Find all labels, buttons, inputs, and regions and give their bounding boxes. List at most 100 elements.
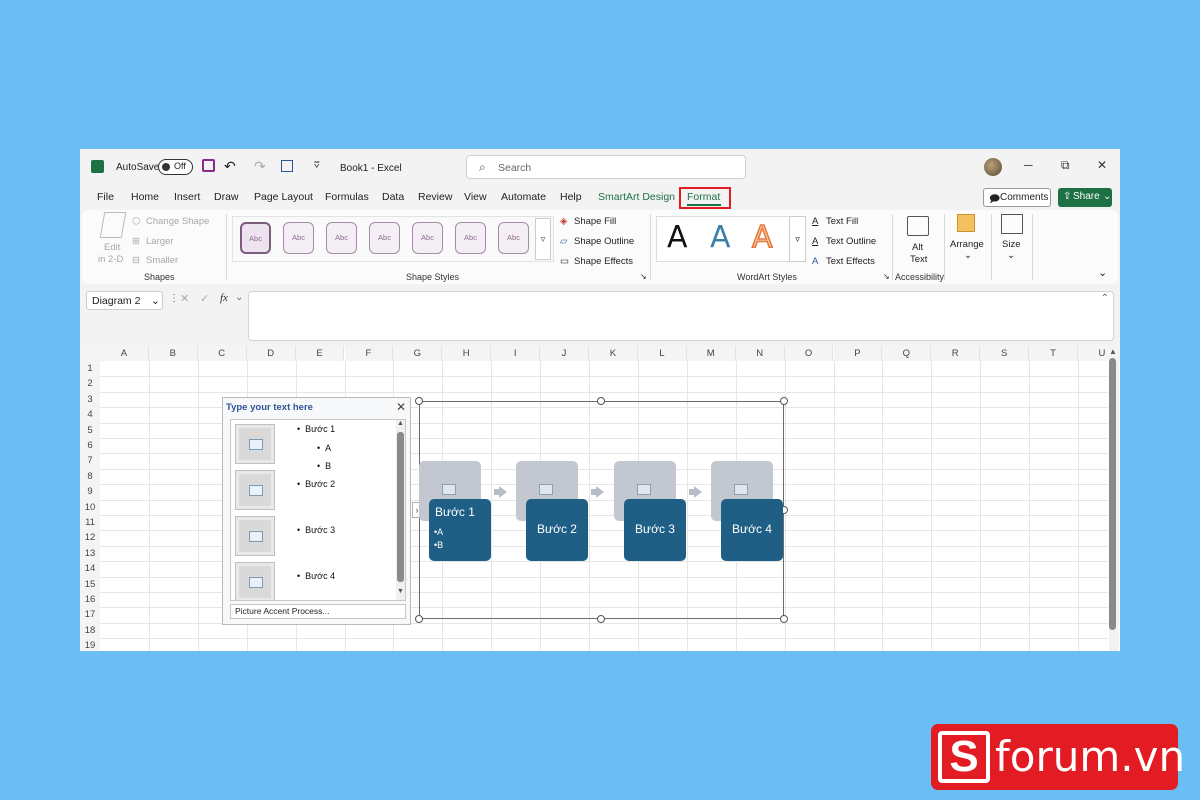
tab-file[interactable]: File	[97, 191, 114, 203]
tab-draw[interactable]: Draw	[214, 191, 239, 203]
shape-style-6[interactable]: Abc	[455, 222, 486, 254]
customize-qat-icon[interactable]: ⩢	[314, 160, 319, 171]
row-header[interactable]: 9	[80, 484, 100, 500]
tab-view[interactable]: View	[464, 191, 487, 203]
resize-handle[interactable]	[415, 397, 423, 405]
scroll-up-icon[interactable]: ▲	[397, 420, 404, 427]
shape-style-4[interactable]: Abc	[369, 222, 400, 254]
scrollbar-thumb[interactable]	[397, 432, 404, 582]
shape-style-7[interactable]: Abc	[498, 222, 529, 254]
picture-placeholder[interactable]	[235, 562, 275, 600]
layout-name[interactable]: Picture Accent Process...	[230, 604, 406, 619]
row-header[interactable]: 14	[80, 561, 100, 577]
worksheet-grid[interactable]: ABCDEFGHIJKLMNOPQRSTU 1 2 3 4 5 6 7 8 9 10 11 12 13 1…	[80, 346, 1120, 651]
enter-icon[interactable]: ✓	[200, 292, 209, 305]
redo-icon[interactable]: ↷	[254, 158, 266, 175]
shape-fill-button[interactable]: Shape Fill	[574, 216, 616, 227]
row-header[interactable]: 3	[80, 391, 100, 408]
tab-insert[interactable]: Insert	[174, 191, 200, 203]
borders-icon[interactable]	[281, 160, 293, 172]
formula-input[interactable]: ⌃	[248, 291, 1114, 341]
column-header[interactable]: T	[1029, 346, 1078, 361]
size-button[interactable]: Size	[1002, 239, 1020, 250]
text-fill-button[interactable]: Text Fill	[826, 216, 858, 227]
column-header[interactable]: A	[100, 346, 149, 361]
row-header[interactable]: 1	[80, 361, 100, 377]
row-header[interactable]: 15	[80, 576, 100, 592]
tab-formulas[interactable]: Formulas	[325, 191, 369, 203]
resize-handle[interactable]	[415, 615, 423, 623]
tab-home[interactable]: Home	[131, 191, 159, 203]
resize-handle[interactable]	[780, 397, 788, 405]
search-box[interactable]: ⌕ Search	[466, 155, 746, 179]
row-header[interactable]: 10	[80, 499, 100, 515]
column-header[interactable]: J	[540, 346, 589, 361]
row-header[interactable]: 19	[80, 638, 100, 651]
column-header[interactable]: P	[833, 346, 883, 361]
wordart-style-3[interactable]: A	[751, 219, 773, 256]
tab-smartart-design[interactable]: SmartArt Design	[598, 191, 675, 203]
text-pane-scrollbar[interactable]: ▲ ▼	[396, 420, 405, 600]
smaller-button[interactable]: Smaller	[146, 255, 178, 266]
picture-placeholder[interactable]	[235, 516, 275, 556]
undo-icon[interactable]: ↶	[224, 158, 236, 175]
tab-automate[interactable]: Automate	[501, 191, 546, 203]
edit-2d-line1[interactable]: Edit	[104, 242, 120, 253]
text-pane-bullet[interactable]: • Bước 1	[297, 424, 335, 434]
column-header[interactable]: H	[442, 346, 492, 361]
change-shape-button[interactable]: Change Shape	[146, 216, 209, 227]
shape-style-3[interactable]: Abc	[326, 222, 357, 254]
step-box[interactable]: Bước 2	[526, 499, 588, 561]
tab-format[interactable]: Format	[687, 191, 720, 203]
step-box[interactable]: Bước 4	[721, 499, 783, 561]
row-header[interactable]: 12	[80, 530, 100, 546]
scroll-up-icon[interactable]: ▲	[1109, 347, 1117, 356]
column-header[interactable]: R	[931, 346, 981, 361]
row-header[interactable]: 16	[80, 592, 100, 608]
row-header[interactable]: 18	[80, 622, 100, 639]
save-icon[interactable]	[202, 159, 215, 172]
text-outline-button[interactable]: Text Outline	[826, 236, 876, 247]
shape-effects-button[interactable]: Shape Effects	[574, 256, 633, 267]
dialog-launcher-icon[interactable]: ↘	[640, 272, 647, 281]
column-header[interactable]: K	[589, 346, 638, 361]
column-header[interactable]: G	[393, 346, 443, 361]
text-pane-bullet[interactable]: • A	[317, 443, 331, 453]
collapse-ribbon-icon[interactable]: ⌄	[1098, 266, 1107, 279]
edit-2d-line2[interactable]: in 2-D	[98, 254, 123, 265]
column-header[interactable]: I	[491, 346, 541, 361]
column-header[interactable]: E	[295, 346, 345, 361]
row-header[interactable]: 7	[80, 453, 100, 469]
alt-text-line2[interactable]: Text	[910, 254, 927, 265]
wordart-more-button[interactable]: ▿	[789, 216, 806, 262]
comments-button[interactable]: 🗩 Comments	[983, 188, 1051, 207]
shape-style-2[interactable]: Abc	[283, 222, 314, 254]
row-header[interactable]: 17	[80, 607, 100, 623]
row-header[interactable]: 13	[80, 545, 100, 562]
row-header[interactable]: 8	[80, 468, 100, 485]
cancel-icon[interactable]: ✕	[180, 292, 189, 305]
step-box[interactable]: Bước 3	[624, 499, 686, 561]
row-header[interactable]: 2	[80, 376, 100, 392]
close-icon[interactable]: ✕	[396, 400, 406, 414]
column-header[interactable]: O	[784, 346, 834, 361]
column-header[interactable]: N	[735, 346, 785, 361]
column-header[interactable]: C	[197, 346, 247, 361]
gallery-more-button[interactable]: ▿	[535, 218, 551, 260]
text-pane-bullet[interactable]: • B	[317, 461, 331, 471]
arrange-button[interactable]: Arrange	[950, 239, 984, 250]
shape-style-1[interactable]: Abc	[240, 222, 271, 254]
tab-data[interactable]: Data	[382, 191, 404, 203]
close-icon[interactable]: ✕	[1097, 158, 1107, 172]
resize-handle[interactable]	[597, 615, 605, 623]
row-header[interactable]: 5	[80, 422, 100, 438]
resize-handle[interactable]	[780, 615, 788, 623]
scroll-down-icon[interactable]: ▼	[397, 588, 404, 595]
text-pane-bullet[interactable]: • Bước 2	[297, 479, 335, 489]
tab-help[interactable]: Help	[560, 191, 582, 203]
share-button[interactable]: ⇪ Share ⌄	[1058, 188, 1112, 207]
insert-function-button[interactable]: fx	[220, 292, 228, 304]
column-header[interactable]: B	[148, 346, 198, 361]
name-box[interactable]: Diagram 2 ⌄	[86, 291, 163, 310]
column-header[interactable]: M	[686, 346, 736, 361]
